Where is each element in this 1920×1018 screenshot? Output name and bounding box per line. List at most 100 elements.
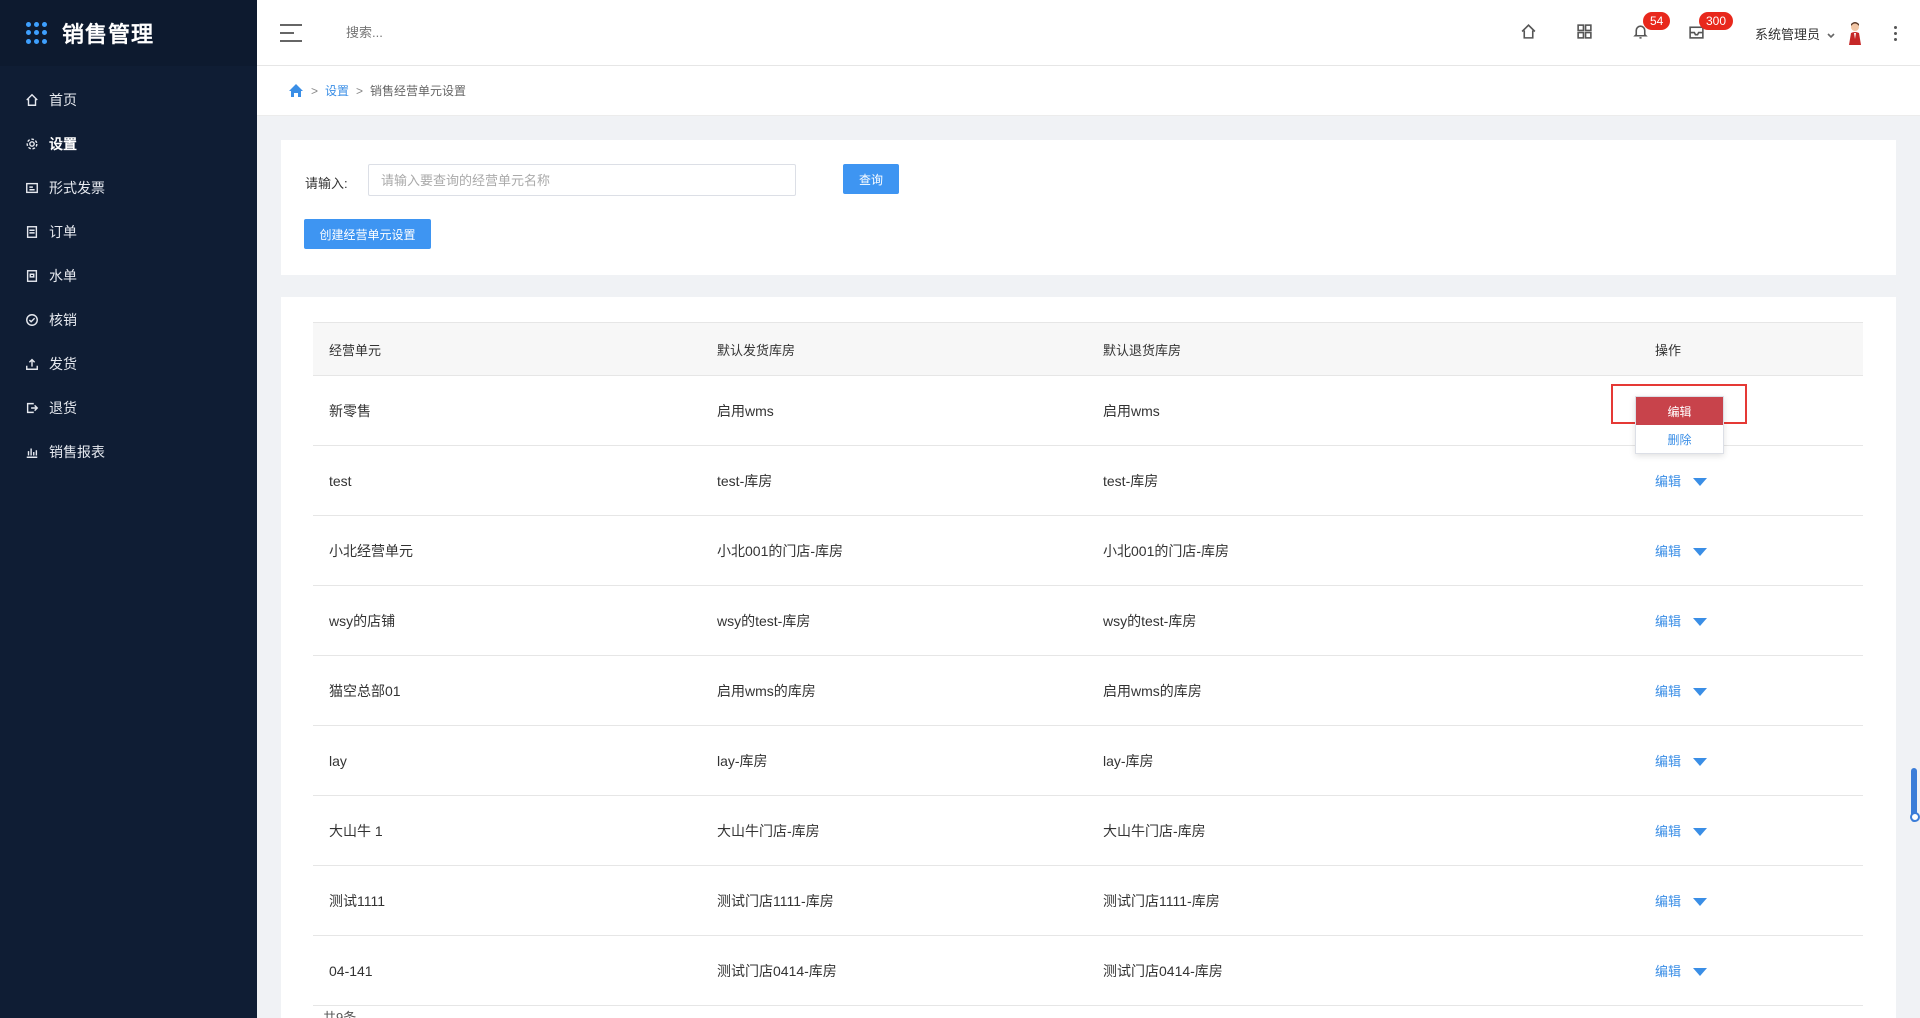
cell-return-warehouse: test-库房 — [1087, 445, 1639, 516]
table-row: 小北经营单元 小北001的门店-库房 小北001的门店-库房 编辑 — [313, 515, 1863, 586]
edit-link[interactable]: 编辑 — [1655, 964, 1681, 979]
sidebar-item-receipt[interactable]: 水单 — [0, 254, 257, 298]
logo[interactable]: 销售管理 — [0, 0, 257, 66]
edit-link[interactable]: 编辑 — [1655, 824, 1681, 839]
more-vertical-icon[interactable] — [1880, 0, 1910, 66]
home-button[interactable] — [1501, 0, 1557, 66]
edit-link[interactable]: 编辑 — [1655, 754, 1681, 769]
cell-return-warehouse: 启用wms的库房 — [1087, 655, 1639, 726]
sidebar-nav: 首页 设置 形式发票 订单 水单 核销 发货 退货 销售报表 — [0, 78, 257, 474]
table-header-row: 经营单元 默认发货库房 默认退货库房 操作 — [313, 322, 1863, 376]
user-menu[interactable]: 系统管理员 — [1755, 21, 1864, 45]
sidebar-item-invoice[interactable]: 形式发票 — [0, 166, 257, 210]
cell-unit: lay — [313, 725, 701, 796]
table-row: 大山牛 1 大山牛门店-库房 大山牛门店-库房 编辑 — [313, 795, 1863, 866]
query-button[interactable]: 查询 — [843, 164, 899, 194]
business-unit-table: 经营单元 默认发货库房 默认退货库房 操作 新零售 启用wms 启用wms 编辑… — [313, 322, 1863, 1006]
cell-ship-warehouse: 小北001的门店-库房 — [701, 515, 1087, 586]
upload-icon — [24, 356, 40, 372]
topbar: 54 300 系统管理员 — [257, 0, 1920, 66]
receipt-icon — [24, 268, 40, 284]
table-panel: 经营单元 默认发货库房 默认退货库房 操作 新零售 启用wms 启用wms 编辑… — [281, 297, 1896, 1018]
cell-return-warehouse: 测试门店0414-库房 — [1087, 935, 1639, 1006]
edit-link[interactable]: 编辑 — [1655, 544, 1681, 559]
breadcrumb-separator: > — [356, 83, 364, 98]
cell-unit: 04-141 — [313, 935, 701, 1006]
home-icon[interactable] — [288, 83, 304, 99]
sidebar-item-home[interactable]: 首页 — [0, 78, 257, 122]
edit-link[interactable]: 编辑 — [1655, 894, 1681, 909]
table-total-count: 共9条 — [323, 1010, 357, 1018]
cell-actions: 编辑 — [1639, 585, 1863, 656]
cell-return-warehouse: 大山牛门店-库房 — [1087, 795, 1639, 866]
table-row: 测试1111 测试门店1111-库房 测试门店1111-库房 编辑 — [313, 865, 1863, 936]
bar-chart-icon — [24, 444, 40, 460]
app-title: 销售管理 — [62, 22, 155, 47]
cell-ship-warehouse: 测试门店1111-库房 — [701, 865, 1087, 936]
create-unit-setting-button[interactable]: 创建经营单元设置 — [304, 219, 431, 249]
table-row: wsy的店铺 wsy的test-库房 wsy的test-库房 编辑 — [313, 585, 1863, 656]
unit-name-search-input[interactable] — [368, 164, 796, 196]
cell-return-warehouse: lay-库房 — [1087, 725, 1639, 796]
cell-unit: test — [313, 445, 701, 516]
page-scrollbar-knob[interactable] — [1910, 812, 1920, 822]
dropdown-edit-item[interactable]: 编辑 — [1636, 397, 1723, 425]
cell-return-warehouse: 启用wms — [1087, 375, 1639, 446]
gear-icon — [24, 136, 40, 152]
messages-button[interactable]: 300 — [1669, 0, 1734, 66]
search-input[interactable] — [344, 24, 544, 41]
caret-down-icon[interactable] — [1693, 548, 1708, 557]
messages-badge: 300 — [1698, 12, 1734, 30]
app-grid-icon — [26, 22, 48, 44]
cell-ship-warehouse: 启用wms — [701, 375, 1087, 446]
sidebar-item-settings[interactable]: 设置 — [0, 122, 257, 166]
invoice-icon — [24, 180, 40, 196]
breadcrumb-settings-link[interactable]: 设置 — [325, 82, 349, 99]
home-icon — [24, 92, 40, 108]
sidebar-item-order[interactable]: 订单 — [0, 210, 257, 254]
cell-return-warehouse: wsy的test-库房 — [1087, 585, 1639, 656]
cell-unit: 猫空总部01 — [313, 655, 701, 726]
notifications-button[interactable]: 54 — [1613, 0, 1671, 66]
sidebar-item-label: 订单 — [49, 224, 77, 240]
table-row: test test-库房 test-库房 编辑 — [313, 445, 1863, 516]
cell-actions: 编辑 — [1639, 515, 1863, 586]
cell-unit: wsy的店铺 — [313, 585, 701, 656]
avatar — [1846, 21, 1864, 45]
caret-down-icon[interactable] — [1693, 478, 1708, 487]
sidebar-item-label: 销售报表 — [49, 444, 105, 460]
caret-down-icon[interactable] — [1693, 898, 1708, 907]
table-row: lay lay-库房 lay-库房 编辑 — [313, 725, 1863, 796]
edit-link[interactable]: 编辑 — [1655, 474, 1681, 489]
cell-actions: 编辑 — [1639, 725, 1863, 796]
apps-button[interactable] — [1557, 0, 1613, 66]
highlight-box: 编辑 删除 — [1611, 384, 1747, 454]
cell-actions: 编辑 — [1639, 795, 1863, 866]
sidebar-item-writeoff[interactable]: 核销 — [0, 298, 257, 342]
caret-down-icon[interactable] — [1693, 688, 1708, 697]
cell-actions: 编辑 — [1639, 655, 1863, 726]
edit-link[interactable]: 编辑 — [1655, 684, 1681, 699]
cell-unit: 大山牛 1 — [313, 795, 701, 866]
cell-ship-warehouse: wsy的test-库房 — [701, 585, 1087, 656]
edit-link[interactable]: 编辑 — [1655, 614, 1681, 629]
cell-ship-warehouse: 大山牛门店-库房 — [701, 795, 1087, 866]
sidebar-item-shipping[interactable]: 发货 — [0, 342, 257, 386]
caret-down-icon[interactable] — [1693, 618, 1708, 627]
sidebar: 销售管理 首页 设置 形式发票 订单 水单 核销 发货 退货 销售报表 — [0, 0, 257, 1018]
caret-down-icon[interactable] — [1693, 758, 1708, 767]
caret-down-icon[interactable] — [1693, 828, 1708, 837]
cell-unit: 新零售 — [313, 375, 701, 446]
order-icon — [24, 224, 40, 240]
cell-return-warehouse: 测试门店1111-库房 — [1087, 865, 1639, 936]
table-row: 猫空总部01 启用wms的库房 启用wms的库房 编辑 — [313, 655, 1863, 726]
cell-ship-warehouse: 启用wms的库房 — [701, 655, 1087, 726]
home-icon — [1520, 23, 1537, 43]
return-icon — [24, 400, 40, 416]
menu-toggle-icon[interactable] — [280, 23, 302, 42]
sidebar-item-sales-report[interactable]: 销售报表 — [0, 430, 257, 474]
sidebar-item-return[interactable]: 退货 — [0, 386, 257, 430]
header-actions: 操作 — [1639, 322, 1863, 376]
caret-down-icon[interactable] — [1693, 968, 1708, 977]
cell-actions: 编辑 删除 — [1611, 375, 1863, 454]
